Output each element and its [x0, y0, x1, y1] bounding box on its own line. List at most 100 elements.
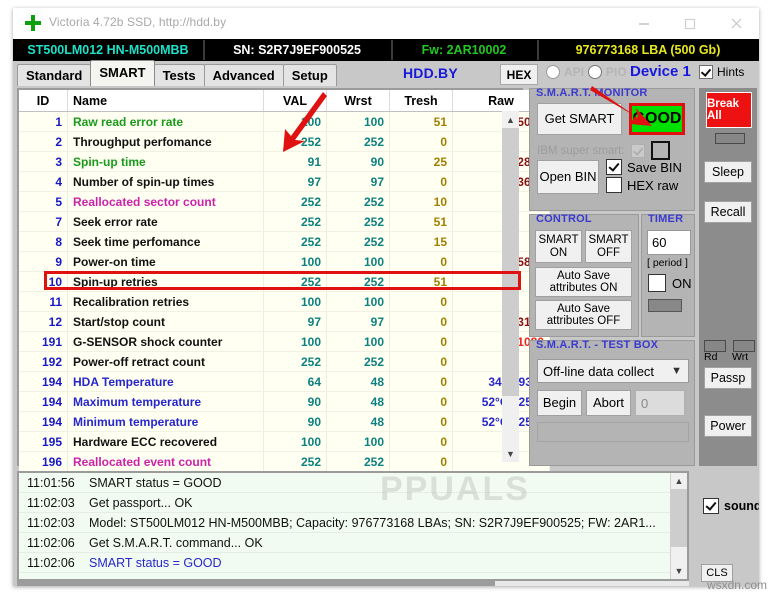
sound-toggle[interactable]: sound: [703, 498, 759, 514]
device-selector-label[interactable]: Device 1: [630, 63, 691, 80]
log-text: SMART status = GOOD: [89, 475, 222, 490]
hex-button[interactable]: HEX: [500, 64, 538, 85]
cell-name: Power-on time: [67, 251, 264, 272]
log-scroll-up-icon[interactable]: ▲: [671, 473, 687, 489]
table-row[interactable]: 5Reallocated sector count252252100: [19, 191, 550, 212]
sound-checkbox[interactable]: [703, 498, 719, 514]
cell-name: Raw read error rate: [67, 111, 264, 132]
table-row[interactable]: 195Hardware ECC recovered10010000: [19, 431, 550, 452]
table-row[interactable]: 8Seek time perfomance252252150: [19, 231, 550, 252]
table-row[interactable]: 192Power-off retract count25225200: [19, 351, 550, 372]
column-header-name[interactable]: Name: [67, 90, 264, 112]
minimize-icon[interactable]: [621, 8, 667, 39]
hints-toggle[interactable]: Hints: [699, 65, 744, 79]
table-row[interactable]: 10Spin-up retries252252510: [19, 271, 550, 292]
log-hscroll-thumb[interactable]: [17, 581, 495, 586]
table-row[interactable]: 7Seek error rate252252510: [19, 211, 550, 232]
column-header-id[interactable]: ID: [19, 90, 68, 112]
timer-on-toggle[interactable]: ON: [648, 274, 692, 292]
ibm-super-smart-box[interactable]: [650, 141, 670, 160]
api-radio[interactable]: [546, 65, 560, 79]
break-all-button[interactable]: Break All: [706, 92, 752, 128]
cell-wrst: 48: [326, 391, 390, 412]
column-header-tresh[interactable]: Tresh: [389, 90, 453, 112]
test-type-select[interactable]: Off-line data collect ▼: [537, 359, 689, 383]
timer-value-input[interactable]: 60: [647, 230, 691, 255]
timer-on-checkbox[interactable]: [648, 274, 666, 292]
table-scrollbar[interactable]: ▲ ▼: [502, 111, 519, 462]
cell-wrst: 90: [326, 151, 390, 172]
log-text: Model: ST500LM012 HN-M500MBB; Capacity: …: [89, 515, 656, 530]
cell-id: 3: [19, 151, 68, 172]
table-row[interactable]: 1Raw read error rate100100515069: [19, 111, 550, 132]
hex-raw-toggle[interactable]: HEX raw: [606, 177, 678, 193]
hex-raw-checkbox[interactable]: [606, 177, 622, 193]
cell-tresh: 51: [389, 211, 453, 232]
close-icon[interactable]: [713, 8, 759, 39]
tab-tests[interactable]: Tests: [153, 64, 205, 86]
cell-val: 252: [263, 131, 327, 152]
pio-radio[interactable]: [588, 65, 603, 79]
table-row[interactable]: 194Minimum temperature9048052°C/125°F-: [19, 411, 550, 432]
cell-val: 252: [263, 351, 327, 372]
cell-wrst: 48: [326, 371, 390, 392]
get-smart-button[interactable]: Get SMART: [537, 103, 622, 135]
scroll-thumb[interactable]: [502, 128, 519, 396]
table-row[interactable]: 194Maximum temperature9048052°C/125°F-: [19, 391, 550, 412]
smart-off-button[interactable]: SMART OFF: [585, 230, 632, 263]
cell-name: Throughput perfomance: [67, 131, 264, 152]
column-header-val[interactable]: VAL: [263, 90, 327, 112]
table-row[interactable]: 11Recalibration retries100100043: [19, 291, 550, 312]
save-bin-toggle[interactable]: Save BIN: [606, 159, 682, 175]
test-counter-field[interactable]: 0: [635, 390, 685, 416]
log-scroll-down-icon[interactable]: ▼: [671, 563, 687, 579]
table-row[interactable]: 3Spin-up time9190252862: [19, 151, 550, 172]
tab-smart[interactable]: SMART: [90, 60, 155, 86]
tab-advanced[interactable]: Advanced: [203, 64, 284, 86]
table-row[interactable]: 191G-SENSOR shock counter10010001080: [19, 331, 550, 352]
table-row[interactable]: 194HDA Temperature6448034°C/93°F: [19, 371, 550, 392]
cell-id: 12: [19, 311, 68, 332]
sleep-button[interactable]: Sleep: [704, 161, 752, 183]
tab-setup[interactable]: Setup: [282, 64, 337, 86]
cell-tresh: 0: [389, 431, 453, 452]
passport-button[interactable]: Passp: [704, 367, 752, 389]
table-row[interactable]: 9 Power-on time 100 100 0 15877: [19, 251, 550, 272]
log-scrollbar[interactable]: ▲ ▼: [670, 473, 687, 579]
table-row[interactable]: 12Start/stop count979703183: [19, 311, 550, 332]
column-header-wrst[interactable]: Wrst: [326, 90, 390, 112]
cell-wrst: 97: [326, 311, 390, 332]
auto-save-on-button[interactable]: Auto Save attributes ON: [535, 267, 632, 297]
begin-button[interactable]: Begin: [537, 390, 582, 416]
device-capacity: 976773168 LBA (500 Gb): [537, 39, 759, 61]
log-row: 11:02:03 Get passport... OK: [19, 493, 687, 513]
table-row[interactable]: 196Reallocated event count25225200: [19, 451, 550, 472]
abort-button[interactable]: Abort: [586, 390, 631, 416]
log-panel[interactable]: 11:01:56 SMART status = GOOD 11:02:03 Get p…: [17, 471, 689, 581]
chevron-down-icon[interactable]: ▼: [671, 365, 682, 377]
hints-checkbox[interactable]: [699, 65, 713, 79]
scroll-down-icon[interactable]: ▼: [502, 445, 519, 462]
tab-standard[interactable]: Standard: [17, 64, 92, 86]
table-row[interactable]: 4Number of spin-up times979703626: [19, 171, 550, 192]
table-row[interactable]: 2Throughput perfomance25225200: [19, 131, 550, 152]
maximize-icon[interactable]: [667, 8, 713, 39]
read-label: Rd: [704, 351, 718, 363]
log-row: 11:01:56 SMART status = GOOD: [19, 473, 687, 493]
power-button[interactable]: Power: [704, 415, 752, 437]
cell-id: 10: [19, 271, 68, 292]
smart-monitor-group: S.M.A.R.T. MONITOR Get SMART GOOD IBM su…: [529, 87, 695, 211]
control-group-title: CONTROL: [536, 213, 592, 225]
log-horizontal-scrollbar[interactable]: [17, 581, 689, 586]
log-scroll-thumb[interactable]: [671, 489, 687, 547]
auto-save-off-button[interactable]: Auto Save attributes OFF: [535, 300, 632, 330]
hex-raw-label: HEX raw: [627, 177, 679, 193]
smart-on-button[interactable]: SMART ON: [535, 230, 582, 263]
scroll-up-icon[interactable]: ▲: [502, 111, 519, 128]
recall-button[interactable]: Recall: [704, 201, 752, 223]
save-bin-checkbox[interactable]: [606, 159, 622, 175]
timer-slider-handle[interactable]: [648, 299, 682, 312]
hddby-link[interactable]: HDD.BY: [403, 65, 458, 81]
smart-attributes-panel: ID Name VAL Wrst Tresh Raw Health 1Raw r…: [17, 88, 593, 512]
open-bin-button[interactable]: Open BIN: [537, 160, 599, 194]
